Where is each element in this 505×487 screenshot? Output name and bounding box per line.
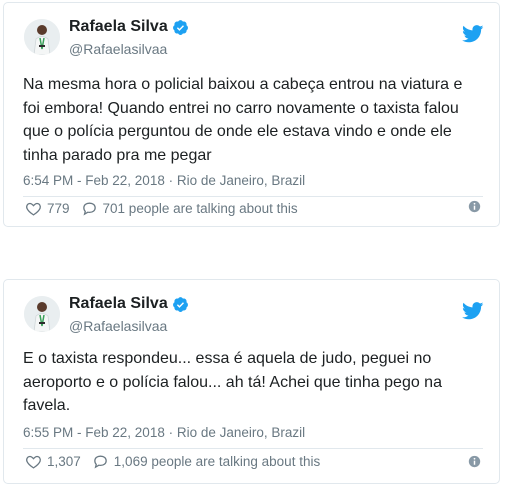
conversation-link[interactable]: 1,069 people are talking about this: [91, 453, 320, 470]
heart-icon: [26, 202, 41, 216]
info-icon[interactable]: [468, 455, 481, 468]
talking-count: 701 people are talking about this: [102, 200, 298, 216]
like-count: 1,307: [47, 453, 81, 469]
author-name[interactable]: Rafaela Silva: [69, 295, 168, 313]
tweet-actions: 779 701 people are talking about this: [24, 197, 298, 219]
tweet-timestamp[interactable]: 6:54 PM - Feb 22, 2018: [23, 173, 165, 188]
conversation-link[interactable]: 701 people are talking about this: [80, 200, 298, 217]
speech-bubble-icon: [82, 202, 96, 216]
heart-icon: [26, 455, 41, 469]
meta-separator: ·: [168, 173, 174, 188]
tweet-location[interactable]: Rio de Janeiro, Brazil: [177, 425, 305, 440]
twitter-bird-icon[interactable]: [462, 302, 484, 320]
avatar[interactable]: [24, 296, 60, 332]
embedded-tweet: Rafaela Silva @Rafaelasilvaa Na mesma ho…: [3, 2, 500, 227]
divider: [23, 448, 483, 449]
avatar-photo: [24, 19, 60, 55]
embedded-tweet: Rafaela Silva @Rafaelasilvaa E o taxista…: [3, 279, 500, 484]
meta-separator: ·: [168, 425, 174, 440]
author-handle[interactable]: @Rafaelasilvaa: [69, 318, 167, 334]
like-button[interactable]: 779: [24, 200, 70, 217]
avatar-photo: [24, 296, 60, 332]
tweet-actions: 1,307 1,069 people are talking about thi…: [24, 450, 320, 472]
talking-count: 1,069 people are talking about this: [113, 453, 321, 469]
avatar[interactable]: [24, 19, 60, 55]
verified-badge-icon: [172, 296, 188, 312]
like-count: 779: [47, 200, 70, 216]
tweet-text: E o taxista respondeu... essa é aquela d…: [23, 350, 442, 414]
like-button[interactable]: 1,307: [24, 453, 81, 470]
tweet-meta: 6:55 PM - Feb 22, 2018 · Rio de Janeiro,…: [23, 425, 305, 440]
author-name[interactable]: Rafaela Silva: [69, 18, 168, 36]
speech-bubble-icon: [93, 455, 107, 469]
tweet-meta: 6:54 PM - Feb 22, 2018 · Rio de Janeiro,…: [23, 173, 305, 188]
twitter-bird-icon[interactable]: [462, 25, 484, 43]
tweet-timestamp[interactable]: 6:55 PM - Feb 22, 2018: [23, 425, 165, 440]
tweet-location[interactable]: Rio de Janeiro, Brazil: [177, 173, 305, 188]
author-handle[interactable]: @Rafaelasilvaa: [69, 41, 167, 57]
info-icon[interactable]: [468, 200, 481, 213]
tweet-text: Na mesma hora o policial baixou a cabeça…: [23, 76, 463, 164]
verified-badge-icon: [172, 19, 188, 35]
